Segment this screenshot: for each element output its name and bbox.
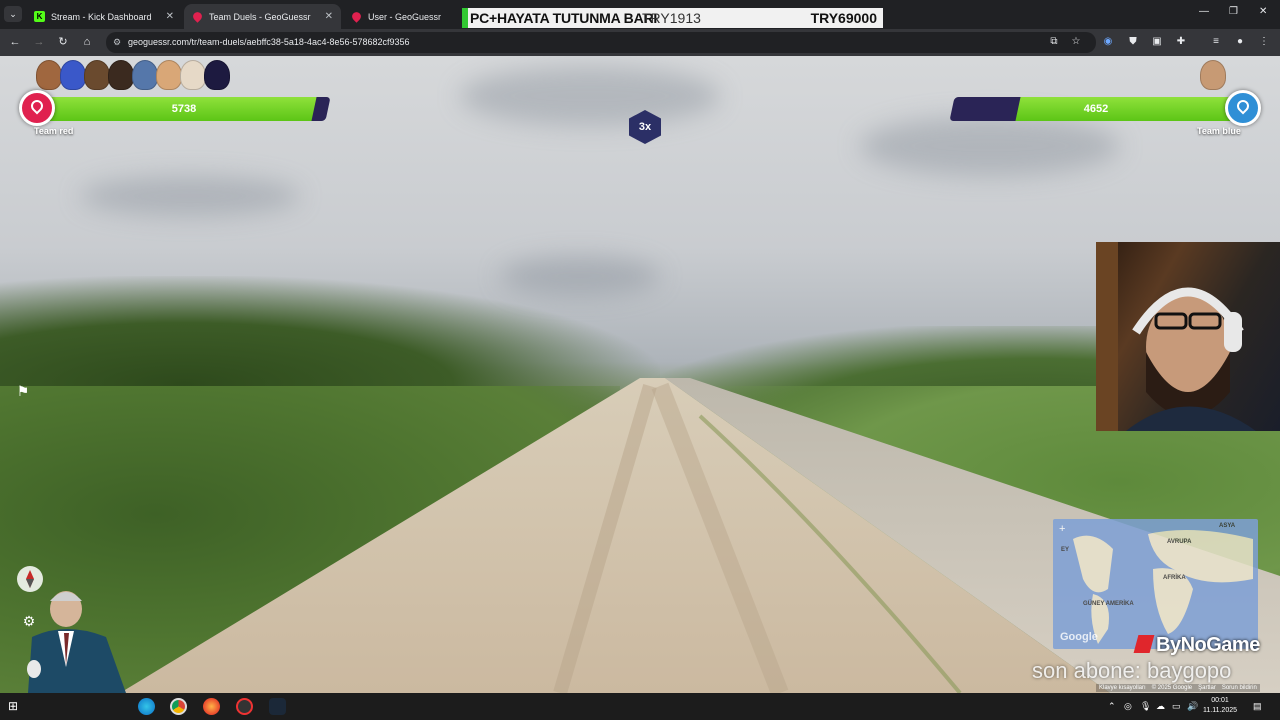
banner-current-amount: TRY1913 [642, 10, 701, 26]
tab-search-button[interactable]: ⌄ [4, 6, 22, 22]
latest-subscriber-overlay: son abone: baygopo [1032, 658, 1232, 683]
avatar[interactable] [180, 60, 206, 90]
media-icon[interactable]: ≡ [1210, 36, 1222, 48]
kick-icon: K [34, 11, 45, 22]
clock-time: 00:01 [1211, 697, 1229, 704]
keyboard-shortcuts-link[interactable]: Klavye kısayolları [1099, 685, 1146, 691]
tray-overflow-icon[interactable]: ⌃ [1108, 701, 1116, 712]
network-icon[interactable]: ◎ [1124, 701, 1132, 712]
close-icon[interactable]: ✕ [166, 11, 174, 22]
reload-icon[interactable]: ↻ [56, 35, 70, 49]
team-blue-avatars [1200, 60, 1226, 90]
team-red-health-bar: 5738 [37, 97, 331, 121]
tab-title: User - GeoGuessr [368, 11, 442, 22]
map-label: GÜNEY AMERİKA [1083, 601, 1134, 607]
windows-taskbar: ⊞ ⌃ ◎ 🎙 ☁ ▭ 🔊 00:01 11.11.2025 ▤ [0, 693, 1280, 720]
close-icon[interactable]: ✕ [325, 11, 333, 22]
copyright-text: © 2025 Google [1151, 685, 1193, 691]
close-window-icon[interactable]: ✕ [1259, 6, 1267, 17]
team-blue-health-bar: 4652 [949, 97, 1243, 121]
report-location-icon[interactable]: ⚑ [10, 378, 36, 404]
zoom-in-icon[interactable]: + [1059, 523, 1065, 535]
back-icon[interactable]: ← [8, 35, 22, 49]
site-info-icon[interactable]: ⚙ [113, 32, 121, 53]
map-attribution: Klavye kısayolları © 2025 Google Şartlar… [1096, 684, 1260, 692]
avatar[interactable] [156, 60, 182, 90]
team-red-health-value: 5738 [171, 103, 197, 115]
microphone-icon[interactable]: 🎙 [1140, 701, 1151, 712]
address-bar[interactable]: ⚙ geoguessr.com/tr/team-duels/aebffc38-5… [106, 32, 1096, 53]
display-icon[interactable]: ▭ [1172, 701, 1181, 712]
browser-tab-bar: ⌄ K Stream - Kick Dashboard ✕ Team Duels… [0, 0, 1280, 29]
streamer-webcam [1096, 242, 1280, 431]
map-label: ASYA [1219, 523, 1236, 529]
map-label: AVRUPA [1167, 539, 1192, 545]
team-red-pin-icon [19, 90, 55, 126]
edge-icon[interactable] [138, 698, 155, 715]
avatar[interactable] [132, 60, 158, 90]
avatar[interactable] [204, 60, 230, 90]
obs-icon[interactable] [236, 698, 253, 715]
puzzle-icon[interactable]: ✚ [1175, 36, 1187, 48]
more-menu-icon[interactable]: ⋮ [1258, 36, 1270, 48]
map-label: EY [1061, 547, 1070, 553]
minimize-icon[interactable]: — [1199, 6, 1209, 17]
browser-toolbar: ← → ↻ ⌂ ⚙ geoguessr.com/tr/team-duels/ae… [0, 29, 1280, 56]
cloud-icon[interactable]: ☁ [1156, 701, 1165, 712]
avatar[interactable] [84, 60, 110, 90]
shield-icon[interactable]: ⛊ [1127, 36, 1139, 48]
chrome-icon[interactable] [170, 698, 187, 715]
banner-target-amount: TRY69000 [810, 10, 877, 26]
sponsor-overlay: ByNoGame [1133, 634, 1260, 657]
clock-date: 11.11.2025 [1203, 707, 1237, 714]
firefox-icon[interactable] [203, 698, 220, 715]
map-label: AFRİKA [1163, 575, 1186, 581]
sponsor-name: ByNoGame [1156, 634, 1260, 656]
terms-link[interactable]: Şartlar [1198, 685, 1216, 691]
team-blue-pin-icon [1225, 90, 1261, 126]
start-icon[interactable]: ⊞ [8, 699, 18, 713]
geoguessr-icon [191, 10, 204, 23]
report-problem-link[interactable]: Sorun bildirin [1222, 685, 1257, 691]
restore-icon[interactable]: ❐ [1229, 6, 1238, 17]
extension-icon[interactable]: ▣ [1151, 36, 1163, 48]
steam-icon[interactable] [269, 698, 286, 715]
geoguessr-icon [350, 10, 363, 23]
banner-goal-text: PC+HAYATA TUTUNMA BARI [470, 10, 658, 26]
avatar[interactable] [1200, 60, 1226, 90]
overlay-portrait [27, 591, 126, 693]
team-blue-health-value: 4652 [1083, 103, 1109, 115]
extension-icon[interactable]: ◉ [1102, 36, 1114, 48]
tab-title: Team Duels - GeoGuessr [209, 11, 311, 22]
team-blue-label: Team blue [1197, 126, 1241, 136]
team-red-label: Team red [34, 126, 74, 136]
tab-team-duels[interactable]: Team Duels - GeoGuessr ✕ [184, 4, 341, 29]
team-red-avatars [36, 60, 230, 90]
guess-minimap[interactable]: + ASYA AVRUPA AFRİKA GÜNEY AMERİKA EY [1053, 519, 1258, 649]
street-view-panorama[interactable]: 5738 Team red 4652 Team blue 3x ⚑ ⚙ + AS… [0, 56, 1280, 693]
tab-user-geoguessr[interactable]: User - GeoGuessr [343, 4, 461, 29]
google-logo: Google [1060, 631, 1098, 643]
bookmark-star-icon[interactable]: ☆ [1070, 36, 1082, 48]
notifications-icon[interactable]: ▤ [1253, 701, 1262, 712]
system-clock[interactable]: 00:01 11.11.2025 [1197, 696, 1243, 716]
url-text: geoguessr.com/tr/team-duels/aebffc38-5a1… [128, 37, 410, 47]
home-icon[interactable]: ⌂ [80, 35, 94, 49]
tab-kick-dashboard[interactable]: K Stream - Kick Dashboard ✕ [26, 4, 182, 29]
install-app-icon[interactable]: ⧉ [1048, 36, 1060, 48]
avatar[interactable]: ● [1234, 36, 1246, 48]
avatar[interactable] [108, 60, 134, 90]
avatar[interactable] [60, 60, 86, 90]
donation-banner: PC+HAYATA TUTUNMA BARI TRY1913 TRY69000 [462, 8, 883, 28]
avatar[interactable] [36, 60, 62, 90]
forward-icon[interactable]: → [32, 35, 46, 49]
sponsor-logo-icon [1133, 635, 1155, 653]
tab-title: Stream - Kick Dashboard [51, 11, 152, 22]
